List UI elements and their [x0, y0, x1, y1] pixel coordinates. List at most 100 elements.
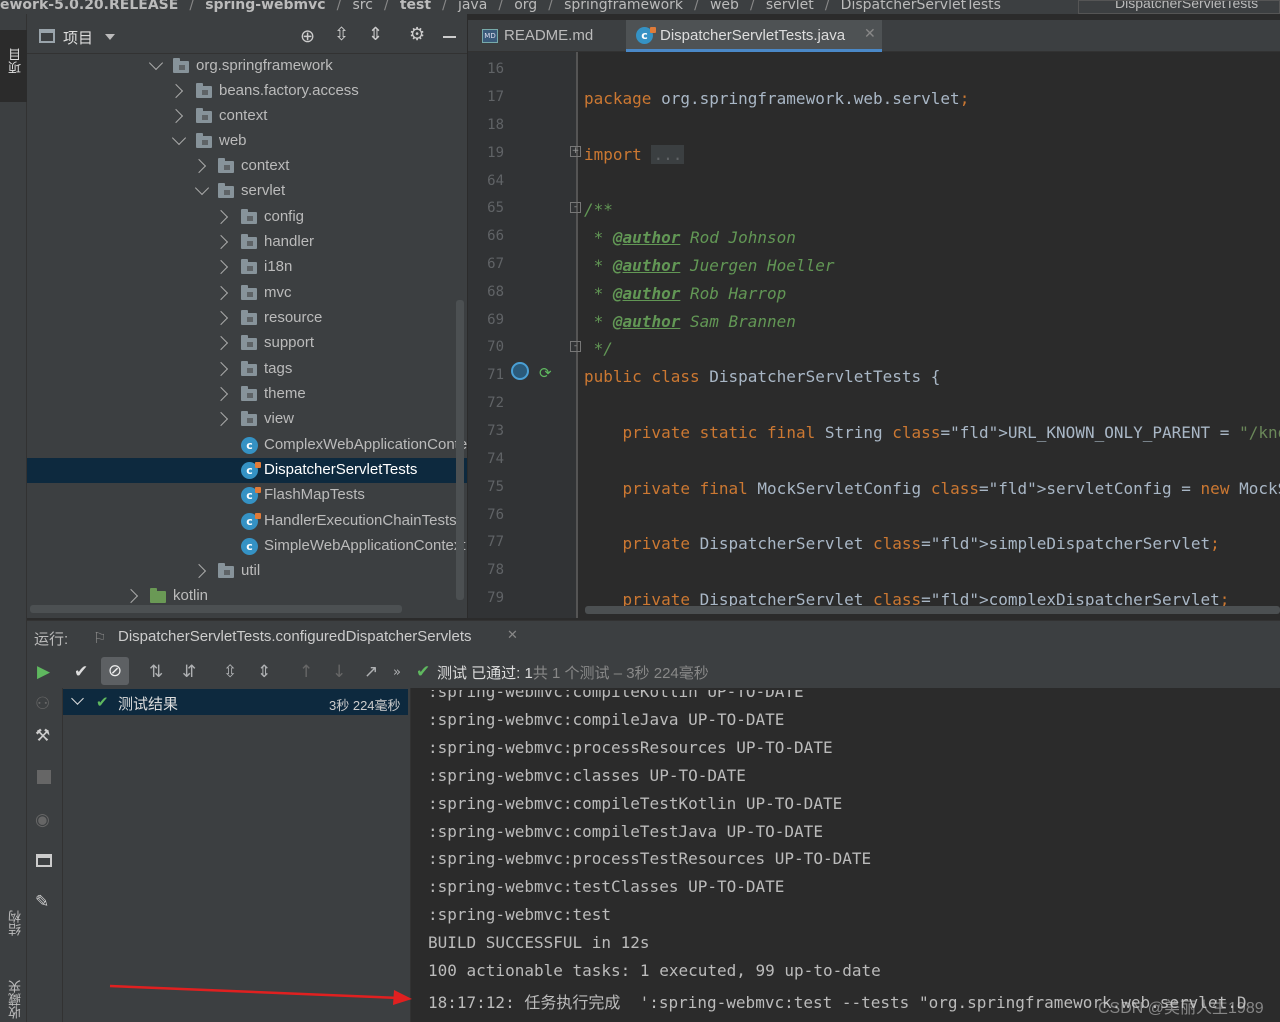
sort-alpha-icon[interactable]: ⇅	[149, 662, 163, 682]
chevron-right-icon[interactable]	[213, 209, 229, 225]
stop-icon[interactable]	[37, 770, 51, 784]
tree-item[interactable]: handler	[27, 230, 467, 255]
tree-horizontal-scrollbar[interactable]	[30, 605, 402, 613]
collapse-all-icon[interactable]: ⇕	[257, 662, 271, 682]
tree-item[interactable]: view	[27, 407, 467, 432]
tree-item[interactable]: web	[27, 129, 467, 154]
chevron-down-icon[interactable]	[148, 55, 164, 71]
chevron-right-icon[interactable]	[213, 285, 229, 301]
code-line: private DispatcherServlet class="fld">si…	[622, 534, 1220, 553]
breadcrumb-item[interactable]: test	[400, 0, 431, 13]
breadcrumb-item[interactable]: org	[514, 0, 537, 13]
chevron-right-icon[interactable]	[213, 335, 229, 351]
expand-all-icon[interactable]: ⇳	[334, 24, 349, 45]
test-class-icon: c	[241, 462, 261, 479]
tree-item[interactable]: tags	[27, 357, 467, 382]
tree-item[interactable]: beans.factory.access	[27, 79, 467, 104]
close-icon[interactable]: ✕	[864, 26, 876, 42]
tree-item-selected[interactable]: c DispatcherServletTests	[27, 458, 467, 483]
chevron-right-icon[interactable]	[191, 158, 207, 174]
project-tool-button[interactable]: 项目	[0, 30, 27, 102]
chevron-right-icon[interactable]	[168, 108, 184, 124]
show-passed-icon[interactable]: ✔	[74, 662, 88, 682]
chevron-right-icon[interactable]	[213, 259, 229, 275]
eye-icon[interactable]: ◉	[35, 810, 50, 830]
structure-tool-button[interactable]: 结构	[0, 904, 27, 964]
run-config-selector[interactable]: DispatcherServletTests	[1078, 0, 1280, 14]
tree-item[interactable]: util	[27, 559, 467, 584]
chevron-down-icon[interactable]	[71, 692, 84, 705]
editor-horizontal-scrollbar[interactable]	[585, 606, 1280, 614]
chevron-right-icon[interactable]	[213, 310, 229, 326]
chevron-right-icon[interactable]	[213, 361, 229, 377]
tree-vertical-scrollbar[interactable]	[456, 300, 464, 600]
breadcrumb-item[interactable]: servlet	[766, 0, 814, 13]
fold-icon[interactable]: -	[570, 202, 581, 213]
project-panel-title[interactable]: 项目	[63, 27, 93, 48]
tree-item[interactable]: config	[27, 205, 467, 230]
export-icon[interactable]: ↗	[364, 662, 378, 682]
more-icon[interactable]: »	[393, 665, 401, 680]
tree-item[interactable]: mvc	[27, 281, 467, 306]
wrench-icon[interactable]: ⚒	[35, 726, 50, 746]
tree-item[interactable]: c SimpleWebApplicationContext	[27, 534, 467, 559]
next-failed-icon[interactable]: ↓	[332, 662, 346, 682]
fold-icon[interactable]: +	[570, 146, 581, 157]
expand-all-icon[interactable]: ⇳	[223, 662, 237, 682]
chevron-right-icon[interactable]	[191, 563, 207, 579]
rerun-icon[interactable]: ▶	[37, 662, 50, 682]
tab-dispatcher-servlet-tests[interactable]: c DispatcherServletTests.java ✕	[626, 20, 882, 52]
tree-item[interactable]: c ComplexWebApplicationContext	[27, 433, 467, 458]
breadcrumb-item[interactable]: web	[710, 0, 739, 13]
debug-icon[interactable]: ⚇	[35, 694, 50, 714]
source-folder-icon	[150, 588, 166, 603]
tree-item[interactable]: support	[27, 331, 467, 356]
tree-item-label: web	[219, 132, 247, 149]
run-test-gutter-icon[interactable]	[511, 362, 529, 380]
chevron-right-icon[interactable]	[168, 83, 184, 99]
breadcrumb-item[interactable]: src	[352, 0, 372, 13]
breadcrumb-item[interactable]: DispatcherServletTests	[841, 0, 1001, 13]
tree-item[interactable]: resource	[27, 306, 467, 331]
sort-duration-icon[interactable]: ⇵	[182, 662, 196, 682]
collapse-all-icon[interactable]: ⇕	[368, 24, 383, 45]
chevron-right-icon[interactable]	[213, 386, 229, 402]
gear-icon[interactable]: ⚙	[409, 24, 425, 45]
chevron-down-icon[interactable]	[171, 130, 187, 146]
chevron-down-icon[interactable]	[194, 180, 210, 196]
fold-icon[interactable]: -	[570, 341, 581, 352]
show-ignored-icon[interactable]: ⊘	[101, 657, 129, 685]
close-icon[interactable]: ✕	[507, 628, 518, 643]
chevron-right-icon[interactable]	[213, 234, 229, 250]
layout-icon[interactable]	[36, 854, 52, 867]
locate-icon[interactable]: ⊕	[300, 26, 315, 47]
tree-item[interactable]: c HandlerExecutionChainTests	[27, 509, 467, 534]
chevron-down-icon[interactable]	[105, 34, 115, 40]
breadcrumb-item[interactable]: spring-webmvc	[205, 0, 325, 13]
tree-item[interactable]: context	[27, 104, 467, 129]
run-config-tab[interactable]: DispatcherServletTests.configuredDispatc…	[118, 628, 472, 645]
tree-item[interactable]: i18n	[27, 255, 467, 280]
tree-item-label: context	[241, 157, 290, 174]
pin-icon[interactable]: ✎	[35, 892, 49, 912]
package-folder-icon	[241, 386, 257, 401]
hide-icon[interactable]	[443, 36, 456, 38]
tree-item[interactable]: theme	[27, 382, 467, 407]
tree-item[interactable]: org.springframework	[27, 54, 467, 79]
tab-readme[interactable]: MD README.md	[476, 20, 626, 52]
previous-failed-icon[interactable]: ↑	[299, 662, 313, 682]
breadcrumb-item[interactable]: java	[458, 0, 487, 13]
tree-item[interactable]: servlet	[27, 179, 467, 204]
code-line: */	[584, 339, 613, 358]
code-line: * @author Juergen Hoeller	[584, 256, 835, 275]
chevron-right-icon[interactable]	[123, 588, 139, 604]
test-root-row[interactable]: ✔ 测试结果 3秒 224毫秒	[63, 689, 408, 715]
breadcrumb-item[interactable]: ework-5.0.20.RELEASE	[0, 0, 178, 13]
chevron-right-icon[interactable]	[213, 411, 229, 427]
tree-item[interactable]: c FlashMapTests	[27, 483, 467, 508]
code-line: package org.springframework.web.servlet;	[584, 89, 970, 108]
run-test-gutter-icon-secondary[interactable]: ⟳	[539, 364, 552, 382]
bookmarks-tool-button[interactable]: 收藏夹	[0, 974, 27, 1022]
breadcrumb-item[interactable]: springframework	[564, 0, 683, 13]
tree-item[interactable]: context	[27, 154, 467, 179]
